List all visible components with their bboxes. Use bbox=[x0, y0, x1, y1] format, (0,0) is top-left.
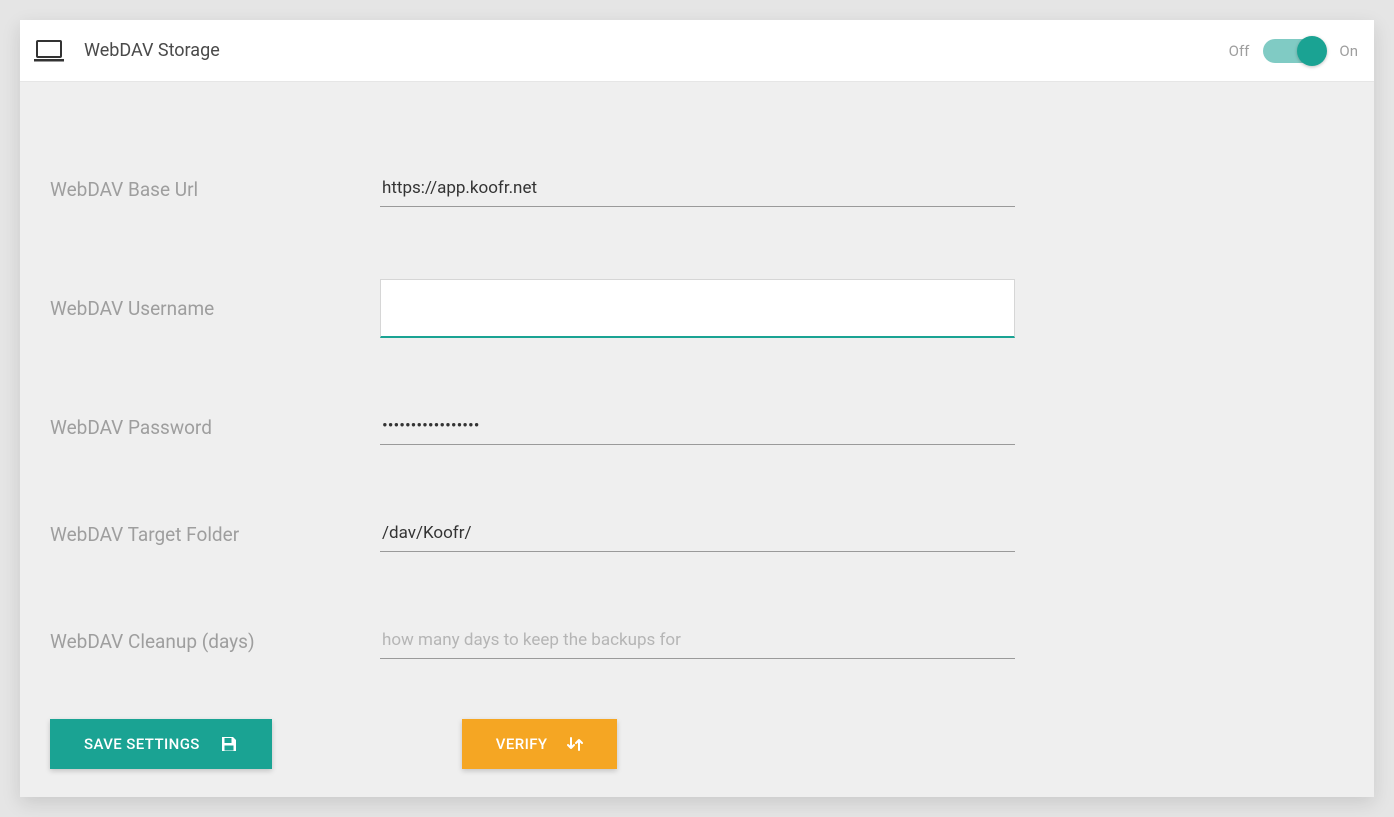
form-content: WebDAV Base Url WebDAV Username WebDAV P… bbox=[20, 82, 1374, 797]
page-title: WebDAV Storage bbox=[84, 40, 220, 61]
laptop-icon bbox=[34, 40, 64, 62]
row-password: WebDAV Password bbox=[50, 410, 1344, 445]
password-input[interactable] bbox=[380, 410, 1015, 445]
label-password: WebDAV Password bbox=[50, 416, 380, 439]
target-folder-input[interactable] bbox=[380, 517, 1015, 552]
label-username: WebDAV Username bbox=[50, 297, 380, 320]
enable-toggle[interactable] bbox=[1263, 39, 1325, 63]
toggle-knob bbox=[1297, 36, 1327, 66]
webdav-storage-card: WebDAV Storage Off On WebDAV Base Url We… bbox=[20, 20, 1374, 797]
row-target-folder: WebDAV Target Folder bbox=[50, 517, 1344, 552]
row-base-url: WebDAV Base Url bbox=[50, 172, 1344, 207]
save-settings-button[interactable]: SAVE SETTINGS bbox=[50, 719, 272, 769]
actions-row: SAVE SETTINGS VERIFY bbox=[50, 719, 1344, 769]
toggle-on-label: On bbox=[1339, 42, 1358, 60]
cleanup-input[interactable] bbox=[380, 624, 1015, 659]
verify-button-label: VERIFY bbox=[496, 735, 548, 753]
label-cleanup: WebDAV Cleanup (days) bbox=[50, 630, 380, 653]
row-username: WebDAV Username bbox=[50, 279, 1344, 338]
card-header: WebDAV Storage Off On bbox=[20, 20, 1374, 82]
username-input[interactable] bbox=[380, 279, 1015, 338]
verify-button[interactable]: VERIFY bbox=[462, 719, 618, 769]
header-right: Off On bbox=[1229, 39, 1358, 63]
base-url-input[interactable] bbox=[380, 172, 1015, 207]
label-target-folder: WebDAV Target Folder bbox=[50, 523, 380, 546]
label-base-url: WebDAV Base Url bbox=[50, 178, 380, 201]
swap-icon bbox=[567, 735, 583, 753]
save-button-label: SAVE SETTINGS bbox=[84, 735, 200, 753]
header-left: WebDAV Storage bbox=[34, 40, 220, 62]
toggle-off-label: Off bbox=[1229, 42, 1250, 60]
row-cleanup: WebDAV Cleanup (days) bbox=[50, 624, 1344, 659]
save-icon bbox=[220, 735, 238, 753]
